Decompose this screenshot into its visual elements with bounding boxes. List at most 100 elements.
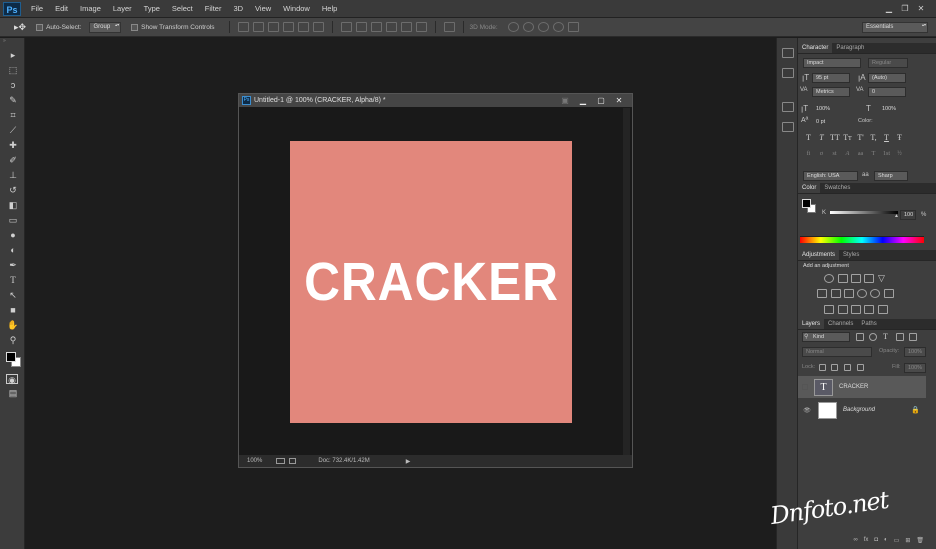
tab-channels[interactable]: Channels: [824, 319, 857, 329]
brush-tool-icon[interactable]: ✐: [6, 155, 20, 166]
contextual-alternates-button[interactable]: σ: [817, 151, 826, 157]
tab-paragraph[interactable]: Paragraph: [832, 43, 868, 53]
small-caps-button[interactable]: Tт: [843, 133, 852, 142]
type-tool-icon[interactable]: T: [6, 275, 20, 286]
marquee-tool-icon[interactable]: ⬚: [6, 65, 20, 76]
menu-filter[interactable]: Filter: [199, 0, 228, 18]
align-left-icon[interactable]: [282, 22, 294, 32]
tab-styles[interactable]: Styles: [839, 250, 863, 260]
dodge-tool-icon[interactable]: ◐: [6, 245, 20, 256]
baseline-shift-field[interactable]: 0 pt: [812, 117, 840, 127]
canvas[interactable]: CRACKER: [290, 141, 572, 423]
3d-rotate-icon[interactable]: [507, 22, 519, 32]
menu-edit[interactable]: Edit: [49, 0, 74, 18]
auto-select-checkbox[interactable]: [36, 23, 44, 31]
eraser-tool-icon[interactable]: ◧: [6, 200, 20, 211]
3d-roll-icon[interactable]: [522, 22, 534, 32]
properties-panel-icon[interactable]: [782, 68, 794, 78]
filter-shape-icon[interactable]: [896, 333, 904, 341]
history-brush-tool-icon[interactable]: ↺: [6, 185, 20, 196]
menu-layer[interactable]: Layer: [107, 0, 138, 18]
quick-mask-icon[interactable]: ◉: [6, 374, 18, 385]
new-adjustment-layer-icon[interactable]: ◐: [884, 537, 888, 549]
all-caps-button[interactable]: TT: [830, 133, 840, 142]
menu-image[interactable]: Image: [74, 0, 107, 18]
kerning-field[interactable]: Metrics: [812, 87, 850, 97]
gradient-map-icon[interactable]: [864, 305, 874, 314]
doc-minimize-icon[interactable]: ▁: [574, 96, 592, 105]
delete-layer-icon[interactable]: 🗑: [916, 537, 924, 549]
blur-tool-icon[interactable]: ●: [6, 230, 20, 241]
opacity-field[interactable]: 100%: [904, 347, 926, 357]
move-tool-icon[interactable]: ▸✥: [14, 22, 26, 33]
font-style-select[interactable]: Regular: [868, 58, 908, 68]
menu-window[interactable]: Window: [277, 0, 316, 18]
visibility-toggle-icon[interactable]: [802, 384, 808, 390]
k-slider-handle-icon[interactable]: ▲: [894, 213, 899, 219]
invert-icon[interactable]: [824, 305, 834, 314]
exposure-icon[interactable]: [864, 274, 874, 283]
tab-character[interactable]: Character: [798, 43, 833, 53]
align-bottom-icon[interactable]: [267, 22, 279, 32]
tab-paths[interactable]: Paths: [857, 319, 880, 329]
document-titlebar[interactable]: Ps Untitled-1 @ 100% (CRACKER, Alpha/8) …: [239, 94, 632, 107]
status-share-icon[interactable]: [276, 458, 286, 464]
screen-mode-icon[interactable]: ▤: [6, 388, 20, 399]
crop-tool-icon[interactable]: ⌗: [6, 110, 20, 121]
lock-pixels-icon[interactable]: [831, 364, 838, 371]
new-layer-icon[interactable]: ⊞: [905, 537, 910, 549]
3d-pan-icon[interactable]: [537, 22, 549, 32]
levels-icon[interactable]: [838, 274, 848, 283]
canvas-text-cracker[interactable]: CRACKER: [304, 251, 559, 313]
layer-filter-kind-select[interactable]: Kind: [802, 332, 850, 342]
tracking-field[interactable]: 0: [868, 87, 906, 97]
menu-select[interactable]: Select: [166, 0, 199, 18]
selective-color-icon[interactable]: [878, 305, 888, 314]
align-hcenter-icon[interactable]: [297, 22, 309, 32]
path-select-tool-icon[interactable]: ↖: [6, 290, 20, 301]
blend-mode-select[interactable]: Normal: [802, 347, 872, 357]
distribute-hcenter-icon[interactable]: [400, 22, 412, 32]
distribute-bottom-icon[interactable]: [370, 22, 382, 32]
antialias-select[interactable]: Sharp: [874, 171, 908, 181]
gradient-tool-icon[interactable]: ▭: [6, 215, 20, 226]
new-group-icon[interactable]: ▭: [894, 537, 900, 549]
menu-file[interactable]: File: [25, 0, 49, 18]
horizontal-scale-field[interactable]: 100%: [878, 104, 906, 114]
lock-all-icon[interactable]: [857, 364, 864, 371]
healing-brush-tool-icon[interactable]: ✚: [6, 140, 20, 151]
align-vcenter-icon[interactable]: [252, 22, 264, 32]
restore-icon[interactable]: ❐: [898, 3, 912, 15]
doc-arrange-icon[interactable]: ▣: [556, 96, 574, 105]
hue-saturation-icon[interactable]: [817, 289, 827, 298]
layer-name-cracker[interactable]: CRACKER: [839, 384, 868, 390]
language-select[interactable]: English: USA: [803, 171, 858, 181]
color-swatches[interactable]: [4, 350, 24, 370]
filter-type-icon[interactable]: T: [883, 332, 888, 341]
strikethrough-button[interactable]: Ŧ: [895, 133, 904, 142]
foreground-color[interactable]: [6, 352, 16, 362]
clone-stamp-tool-icon[interactable]: ⊥: [6, 170, 20, 181]
distribute-left-icon[interactable]: [385, 22, 397, 32]
photo-filter-icon[interactable]: [857, 289, 867, 298]
black-white-icon[interactable]: [844, 289, 854, 298]
lasso-tool-icon[interactable]: ↄ: [6, 80, 20, 91]
collapse-tools-icon[interactable]: »: [0, 38, 24, 46]
menu-view[interactable]: View: [249, 0, 277, 18]
zoom-level[interactable]: 100%: [247, 458, 262, 464]
show-transform-checkbox[interactable]: [131, 23, 139, 31]
color-panel-foreground[interactable]: [802, 199, 811, 208]
filter-adjustment-icon[interactable]: [869, 333, 877, 341]
fill-field[interactable]: 100%: [904, 363, 926, 373]
doc-maximize-icon[interactable]: ▢: [592, 96, 610, 105]
auto-align-icon[interactable]: [443, 22, 455, 32]
layer-row-cracker[interactable]: T CRACKER: [798, 376, 926, 398]
visibility-eye-icon[interactable]: 👁: [802, 407, 812, 414]
3d-slide-icon[interactable]: [552, 22, 564, 32]
tab-swatches[interactable]: Swatches: [820, 183, 854, 193]
history-panel-icon[interactable]: [782, 48, 794, 58]
vertical-scrollbar[interactable]: [623, 108, 630, 456]
distribute-right-icon[interactable]: [415, 22, 427, 32]
pen-tool-icon[interactable]: ✒: [6, 260, 20, 271]
lock-transparent-icon[interactable]: [819, 364, 826, 371]
